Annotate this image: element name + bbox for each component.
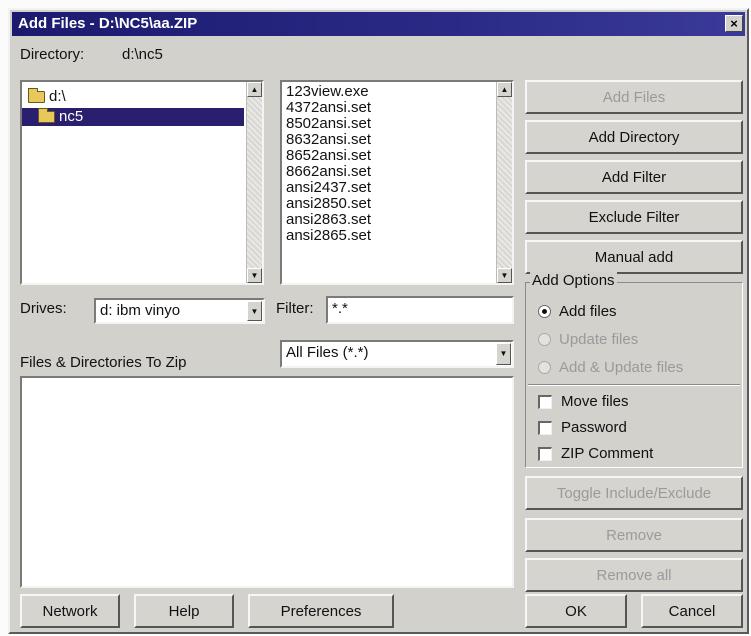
file-item[interactable]: ansi2437.set <box>282 180 512 196</box>
radio-label: Add files <box>559 303 617 320</box>
checkbox-icon <box>538 420 552 435</box>
checkbox-password[interactable]: Password <box>538 419 627 436</box>
remove-button[interactable]: Remove <box>525 518 743 552</box>
file-item[interactable]: ansi2865.set <box>282 228 512 244</box>
radio-icon <box>538 333 551 346</box>
scroll-up-icon[interactable]: ▲ <box>497 82 512 97</box>
scroll-down-icon[interactable]: ▼ <box>247 268 262 283</box>
exclude-filter-button[interactable]: Exclude Filter <box>525 200 743 234</box>
checkbox-zip-comment[interactable]: ZIP Comment <box>538 445 653 462</box>
add-options-group: Add Options Add files Update files Add &… <box>525 272 743 468</box>
scroll-down-icon[interactable]: ▼ <box>497 268 512 283</box>
network-button[interactable]: Network <box>20 594 120 628</box>
open-folder-icon <box>38 108 55 123</box>
file-item[interactable]: 8502ansi.set <box>282 116 512 132</box>
file-item[interactable]: 8632ansi.set <box>282 132 512 148</box>
add-files-button[interactable]: Add Files <box>525 80 743 114</box>
ok-button[interactable]: OK <box>525 594 627 628</box>
radio-update-files[interactable]: Update files <box>538 331 638 348</box>
chevron-down-icon[interactable]: ▼ <box>496 343 511 365</box>
toggle-include-exclude-button[interactable]: Toggle Include/Exclude <box>525 476 743 510</box>
drives-value: d: ibm vinyo <box>100 302 181 319</box>
filter-input[interactable]: *.* <box>326 296 514 324</box>
filter-value: *.* <box>332 300 348 317</box>
folder-item-selected[interactable]: nc5 <box>22 108 244 126</box>
file-item[interactable]: ansi2850.set <box>282 196 512 212</box>
drives-select[interactable]: d: ibm vinyo ▼ <box>94 298 265 324</box>
folder-label: nc5 <box>59 108 84 125</box>
radio-checked-icon <box>538 305 551 318</box>
help-button[interactable]: Help <box>134 594 234 628</box>
checkbox-icon <box>538 446 552 461</box>
checkbox-move-files[interactable]: Move files <box>538 393 629 410</box>
file-item[interactable]: 8662ansi.set <box>282 164 512 180</box>
chevron-down-icon[interactable]: ▼ <box>247 301 262 321</box>
directory-label: Directory: <box>20 46 85 63</box>
file-item[interactable]: 123view.exe <box>282 84 512 100</box>
checkbox-icon <box>538 394 552 409</box>
title-bar: Add Files - D:\NC5\aa.ZIP × <box>12 12 745 36</box>
zip-list-label: Files & Directories To Zip <box>20 354 187 371</box>
zip-file-list[interactable] <box>20 376 514 588</box>
file-list-scrollbar[interactable]: ▲ ▼ <box>496 82 512 283</box>
add-options-label: Add Options <box>530 272 617 289</box>
options-divider <box>528 384 740 386</box>
window-title: Add Files - D:\NC5\aa.ZIP <box>18 15 198 32</box>
radio-add-update-files[interactable]: Add & Update files <box>538 359 683 376</box>
filter-label: Filter: <box>276 300 314 317</box>
manual-add-button[interactable]: Manual add <box>525 240 743 274</box>
folder-icon <box>28 88 45 103</box>
add-files-dialog: Add Files - D:\NC5\aa.ZIP × Directory: d… <box>8 8 749 634</box>
checkbox-label: ZIP Comment <box>561 445 654 462</box>
remove-all-button[interactable]: Remove all <box>525 558 743 592</box>
add-filter-button[interactable]: Add Filter <box>525 160 743 194</box>
folder-tree[interactable]: d:\ nc5 ▲ ▼ <box>20 80 264 285</box>
radio-icon <box>538 361 551 374</box>
close-button[interactable]: × <box>725 15 743 32</box>
radio-label: Update files <box>559 331 639 348</box>
folder-label: d:\ <box>49 88 66 105</box>
cancel-button[interactable]: Cancel <box>641 594 743 628</box>
checkbox-label: Move files <box>561 393 629 410</box>
radio-add-files[interactable]: Add files <box>538 303 617 320</box>
preferences-button[interactable]: Preferences <box>248 594 394 628</box>
folder-tree-scrollbar[interactable]: ▲ ▼ <box>246 82 262 283</box>
file-item[interactable]: 8652ansi.set <box>282 148 512 164</box>
add-directory-button[interactable]: Add Directory <box>525 120 743 154</box>
directory-value: d:\nc5 <box>122 46 163 63</box>
file-item[interactable]: ansi2863.set <box>282 212 512 228</box>
file-list[interactable]: 123view.exe 4372ansi.set 8502ansi.set 86… <box>280 80 514 285</box>
checkbox-label: Password <box>561 419 627 436</box>
file-item[interactable]: 4372ansi.set <box>282 100 512 116</box>
folder-item-root[interactable]: d:\ <box>22 88 262 106</box>
file-type-value: All Files (*.*) <box>286 344 369 361</box>
radio-label: Add & Update files <box>559 359 684 376</box>
scroll-up-icon[interactable]: ▲ <box>247 82 262 97</box>
file-type-select[interactable]: All Files (*.*) ▼ <box>280 340 514 368</box>
drives-label: Drives: <box>20 300 67 317</box>
